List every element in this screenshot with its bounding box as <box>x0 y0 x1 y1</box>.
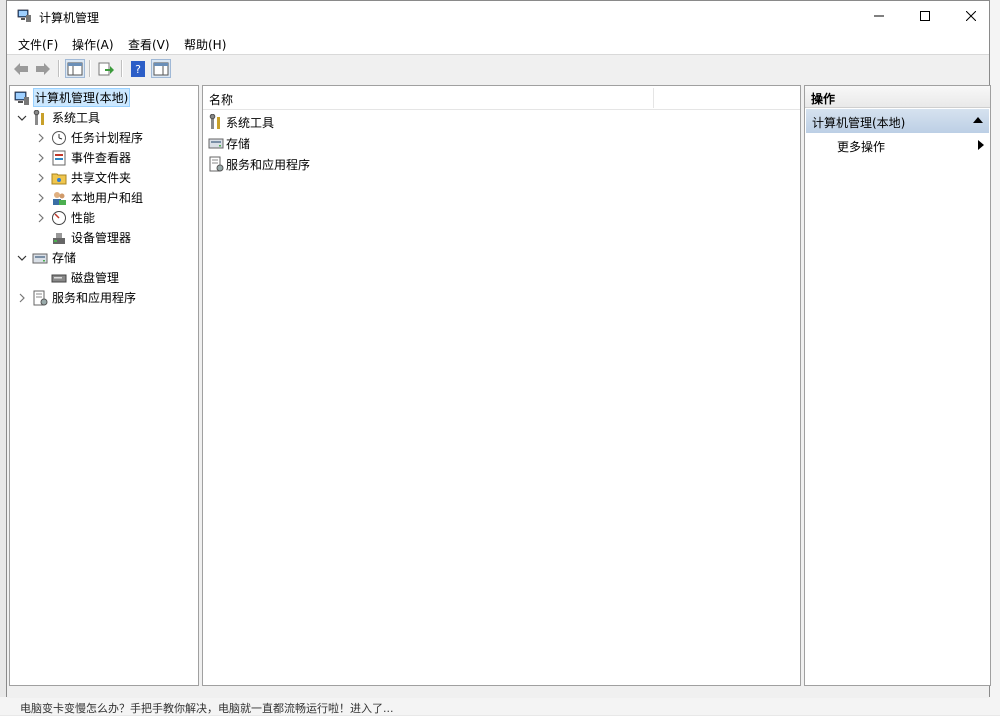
list-item-label: 服务和应用程序 <box>226 157 311 172</box>
tree-label: 计算机管理(本地) <box>32 88 131 107</box>
list-header: 名称 <box>203 86 800 110</box>
menu-bar: 文件(F) 操作(A) 查看(V) 帮助(H) <box>7 31 989 54</box>
toolbar-separator <box>89 60 91 77</box>
tools-icon <box>32 109 48 126</box>
tree-item-computer-management[interactable]: 计算机管理(本地) <box>14 88 131 107</box>
list-item-services-apps[interactable]: 服务和应用程序 <box>208 154 310 174</box>
show-hide-console-tree-button[interactable] <box>65 59 85 78</box>
actions-title: 操作 <box>811 92 836 106</box>
shared-folder-icon <box>51 170 67 186</box>
close-button[interactable] <box>948 1 994 31</box>
window-title: 计算机管理 <box>39 11 100 25</box>
maximize-button[interactable] <box>902 1 948 31</box>
submenu-arrow-icon <box>978 140 984 150</box>
menu-view[interactable]: 查看(V) <box>128 36 170 53</box>
chevron-down-icon[interactable] <box>16 112 28 124</box>
tree-item-device-manager[interactable]: 设备管理器 <box>51 228 131 247</box>
tree-label: 共享文件夹 <box>71 171 132 185</box>
list-item-system-tools[interactable]: 系统工具 <box>208 112 274 132</box>
tree-label: 任务计划程序 <box>71 131 144 145</box>
tree-item-local-users-groups[interactable]: 本地用户和组 <box>35 188 143 207</box>
menu-file[interactable]: 文件(F) <box>18 36 58 53</box>
console-tree: 计算机管理(本地) 系统工具 任务计划程序 事件查看器 共享文件夹 本地用户和组 <box>9 85 199 686</box>
tree-label: 设备管理器 <box>71 231 132 245</box>
help-button[interactable]: ? <box>128 59 148 78</box>
column-header-name[interactable]: 名称 <box>209 91 233 108</box>
performance-icon <box>51 210 67 226</box>
show-hide-action-pane-button[interactable] <box>151 59 171 78</box>
tree-label: 存储 <box>52 251 77 265</box>
tree-item-shared-folders[interactable]: 共享文件夹 <box>35 168 131 187</box>
actions-group-label: 计算机管理(本地) <box>812 116 906 130</box>
chevron-right-icon[interactable] <box>35 172 47 184</box>
computer-management-icon <box>17 9 32 23</box>
tree-label: 事件查看器 <box>71 151 132 165</box>
status-bar <box>7 688 989 698</box>
event-viewer-icon <box>51 150 67 166</box>
tree-item-system-tools[interactable]: 系统工具 <box>16 108 100 127</box>
forward-button[interactable] <box>33 59 53 78</box>
services-icon <box>32 290 48 306</box>
computer-management-window: 计算机管理 文件(F) 操作(A) 查看(V) 帮助(H) ? 计算机管理(本地… <box>6 0 991 698</box>
users-icon <box>51 190 67 206</box>
tree-item-event-viewer[interactable]: 事件查看器 <box>35 148 131 167</box>
actions-pane: 操作 计算机管理(本地) 更多操作 <box>804 85 991 686</box>
svg-text:?: ? <box>135 63 141 76</box>
toolbar-separator <box>58 60 60 77</box>
services-icon <box>208 156 224 172</box>
storage-icon <box>208 135 224 151</box>
background-text: 电脑变卡变慢怎么办？手把手教你解决，电脑就一直都流畅运行啦！进入了... <box>20 702 394 715</box>
chevron-right-icon[interactable] <box>35 192 47 204</box>
disk-icon <box>51 270 67 286</box>
collapse-up-icon[interactable] <box>973 117 983 123</box>
tree-label: 服务和应用程序 <box>52 291 137 305</box>
tree-item-disk-management[interactable]: 磁盘管理 <box>51 268 119 287</box>
back-button[interactable] <box>11 59 31 78</box>
details-pane: 名称 系统工具 存储 服务和应用程序 <box>202 85 801 686</box>
menu-action[interactable]: 操作(A) <box>72 36 114 53</box>
computer-management-icon <box>14 90 30 106</box>
toolbar: ? <box>7 54 989 82</box>
tree-label: 系统工具 <box>52 111 101 125</box>
list-item-label: 存储 <box>226 136 251 151</box>
tree-item-performance[interactable]: 性能 <box>35 208 95 227</box>
chevron-right-icon[interactable] <box>35 212 47 224</box>
chevron-right-icon[interactable] <box>35 132 47 144</box>
export-list-button[interactable] <box>96 59 116 78</box>
list-item-storage[interactable]: 存储 <box>208 133 250 153</box>
list-item-label: 系统工具 <box>226 115 275 130</box>
tree-item-services-apps[interactable]: 服务和应用程序 <box>16 288 136 307</box>
column-divider[interactable] <box>653 88 654 108</box>
chevron-down-icon[interactable] <box>16 252 28 264</box>
clock-icon <box>51 130 67 146</box>
tree-item-storage[interactable]: 存储 <box>16 248 76 267</box>
minimize-button[interactable] <box>856 1 902 31</box>
menu-help[interactable]: 帮助(H) <box>184 36 226 53</box>
tree-label: 性能 <box>71 211 96 225</box>
tools-icon <box>208 114 224 130</box>
title-bar[interactable]: 计算机管理 <box>7 1 989 31</box>
chevron-right-icon[interactable] <box>35 152 47 164</box>
actions-group-computer-management[interactable]: 计算机管理(本地) <box>806 109 989 133</box>
tree-label: 本地用户和组 <box>71 191 144 205</box>
tree-label: 磁盘管理 <box>71 271 120 285</box>
actions-header: 操作 <box>805 86 990 108</box>
storage-icon <box>32 250 48 266</box>
more-actions-item[interactable]: 更多操作 <box>837 138 885 155</box>
background-window <box>990 0 1000 715</box>
toolbar-separator <box>121 60 123 77</box>
device-manager-icon <box>51 230 67 246</box>
tree-item-task-scheduler[interactable]: 任务计划程序 <box>35 128 143 147</box>
chevron-right-icon[interactable] <box>16 292 28 304</box>
